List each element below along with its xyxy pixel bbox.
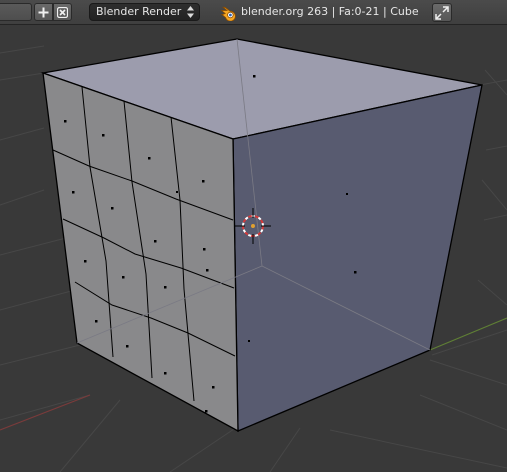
render-engine-select[interactable]: Blender Render xyxy=(89,3,200,21)
blender-window: Blender Render blender.org 263 | Fa:0-21… xyxy=(0,0,507,472)
viewport-canvas[interactable] xyxy=(0,25,507,472)
render-engine-label: Blender Render xyxy=(96,5,182,18)
3d-viewport[interactable] xyxy=(0,25,507,472)
up-down-arrows-icon xyxy=(187,6,194,18)
delete-scene-button[interactable] xyxy=(53,3,72,21)
x-icon xyxy=(57,6,68,18)
info-header: Blender Render blender.org 263 | Fa:0-21… xyxy=(0,0,507,25)
fullscreen-toggle-button[interactable] xyxy=(432,3,452,22)
scene-statistics: blender.org 263 | Fa:0-21 | Cube xyxy=(241,5,419,18)
plus-icon xyxy=(38,7,49,17)
maximize-icon xyxy=(435,5,449,20)
add-scene-button[interactable] xyxy=(34,3,53,21)
blender-logo-icon xyxy=(220,6,236,21)
scene-name-field[interactable] xyxy=(0,3,32,21)
